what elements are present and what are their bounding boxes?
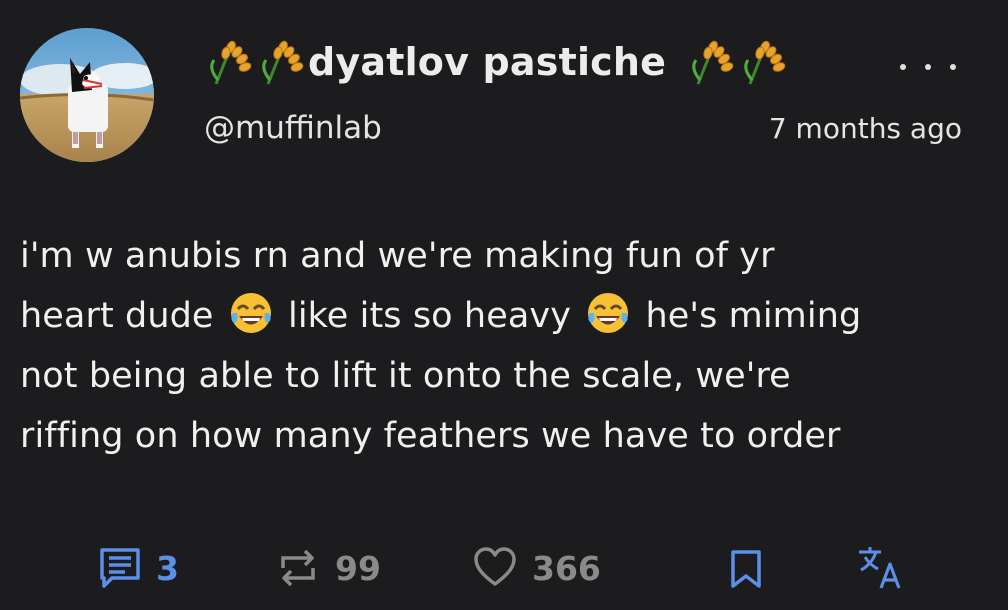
more-horizontal-icon: [950, 64, 956, 70]
post-body: i'm w anubis rn and we're making fun of …: [20, 226, 990, 466]
ear-of-rice-icon: [744, 40, 786, 85]
post-timestamp[interactable]: 7 months ago: [769, 112, 962, 145]
more-horizontal-icon: [925, 64, 931, 70]
author-handle[interactable]: @muffinlab: [204, 110, 382, 146]
repost-icon: [281, 549, 315, 587]
bookmark-icon: [731, 550, 761, 588]
post-body-segment: heart dude: [20, 296, 225, 336]
author-display-name[interactable]: dyatlov pastiche: [204, 38, 790, 86]
reposts-count: 99: [335, 548, 381, 588]
likes-count: 366: [532, 548, 601, 588]
comments-count: 3: [156, 548, 179, 588]
translate-icon: [859, 547, 901, 589]
heart-icon: [474, 547, 516, 586]
display-name-text: dyatlov pastiche: [308, 40, 667, 84]
comments-button[interactable]: 3: [98, 540, 179, 596]
ear-of-rice-icon: [262, 40, 304, 85]
more-horizontal-icon: [900, 64, 906, 70]
post-body-segment: like its so heavy: [276, 296, 583, 336]
post-body-line: not being able to lift it onto the scale…: [20, 356, 791, 396]
translate-button[interactable]: [856, 540, 906, 596]
post-card: dyatlov pastiche @muffinlab 7 months ago…: [0, 0, 1008, 610]
avatar[interactable]: [20, 28, 154, 162]
ear-of-rice-icon: [692, 40, 734, 85]
repost-button[interactable]: 99: [275, 540, 381, 596]
more-options-button[interactable]: [900, 52, 956, 82]
comment-icon: [100, 548, 140, 588]
ear-of-rice-icon: [210, 40, 252, 85]
post-action-bar: 3 99 366: [0, 540, 1008, 596]
bookmark-button[interactable]: [728, 540, 764, 596]
post-body-line: riffing on how many feathers we have to …: [20, 416, 841, 456]
post-body-line: i'm w anubis rn and we're making fun of …: [20, 236, 775, 276]
post-body-segment: he's miming: [634, 296, 862, 336]
post-body-line: heart dude like its so heavy he's miming: [20, 286, 990, 346]
face-with-tears-of-joy-icon: [588, 293, 629, 333]
face-with-tears-of-joy-icon: [230, 293, 271, 333]
like-button[interactable]: 366: [472, 540, 601, 596]
